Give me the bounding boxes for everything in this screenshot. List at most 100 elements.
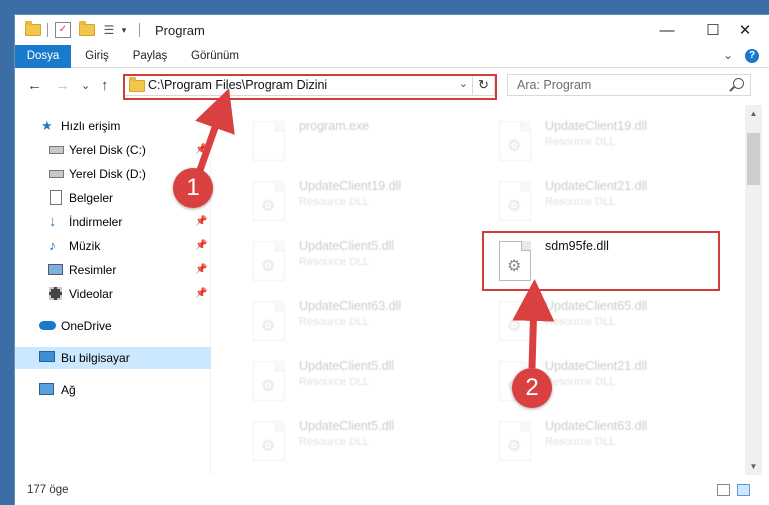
- file-name: UpdateClient5.dll: [299, 239, 395, 253]
- file-name: UpdateClient21.dll: [545, 359, 648, 373]
- scroll-down-icon[interactable]: ▼: [745, 458, 762, 475]
- properties-icon[interactable]: ✓: [55, 22, 71, 38]
- navigation-bar: ← → ⌄ ↑ C:\Program Files\Program Dizini …: [15, 69, 769, 105]
- toolbar-separator: [47, 23, 48, 37]
- file-type: Resource DLL: [545, 136, 616, 148]
- customize-dropdown-icon[interactable]: ▾: [119, 22, 129, 38]
- dll-file-icon: ⚙: [253, 181, 285, 221]
- navigation-pane: ★ Hızlı erişim Yerel Disk (C:) 📌 Yerel D…: [15, 105, 211, 475]
- item-count: 177 öge: [27, 484, 69, 496]
- file-item[interactable]: ⚙ UpdateClient19.dll Resource DLL: [239, 175, 479, 231]
- sidebar-item-music[interactable]: ♪ Müzik 📌: [15, 235, 211, 257]
- dll-file-icon: ⚙: [499, 181, 531, 221]
- sidebar-item-disk-c[interactable]: Yerel Disk (C:) 📌: [15, 139, 211, 161]
- tab-home[interactable]: Giriş: [75, 45, 119, 68]
- pin-icon[interactable]: 📌: [195, 288, 207, 299]
- file-type: Resource DLL: [299, 196, 370, 208]
- file-item[interactable]: ⚙ UpdateClient21.dll Resource DLL: [485, 175, 725, 231]
- pin-icon[interactable]: 📌: [195, 240, 207, 251]
- minimize-button[interactable]: —: [645, 15, 689, 45]
- new-folder-icon[interactable]: [79, 21, 95, 38]
- tab-view[interactable]: Görünüm: [183, 45, 247, 68]
- title-bar: ✓ ☰ ▾ Program — ☐ ✕: [15, 15, 769, 45]
- dll-file-icon: ⚙: [499, 121, 531, 161]
- scroll-up-icon[interactable]: ▲: [745, 105, 762, 122]
- file-name: UpdateClient65.dll: [545, 299, 648, 313]
- help-icon[interactable]: ?: [745, 49, 759, 63]
- dll-file-icon: ⚙: [253, 421, 285, 461]
- sidebar-item-label: Müzik: [69, 239, 101, 253]
- up-button[interactable]: ↑: [101, 77, 109, 94]
- recent-locations-button[interactable]: ⌄: [81, 79, 90, 92]
- file-name: UpdateClient5.dll: [299, 359, 395, 373]
- file-name: UpdateClient19.dll: [545, 119, 648, 133]
- sidebar-item-quick-access[interactable]: ★ Hızlı erişim: [15, 115, 211, 137]
- file-type: Resource DLL: [545, 316, 616, 328]
- folder-icon: [25, 21, 41, 38]
- sidebar-item-pictures[interactable]: Resimler 📌: [15, 259, 211, 281]
- file-type: Resource DLL: [545, 436, 616, 448]
- close-button[interactable]: ✕: [723, 15, 767, 45]
- file-name: program.exe: [299, 119, 370, 133]
- sidebar-item-this-pc[interactable]: Bu bilgisayar: [15, 347, 211, 369]
- sidebar-item-network[interactable]: Ağ: [15, 379, 211, 401]
- sidebar-item-label: Belgeler: [69, 191, 114, 205]
- details-view-icon[interactable]: [717, 484, 730, 496]
- dll-file-icon: ⚙: [253, 241, 285, 281]
- sidebar-item-downloads[interactable]: ↓ İndirmeler 📌: [15, 211, 211, 233]
- computer-icon: [39, 351, 55, 362]
- back-button[interactable]: ←: [27, 77, 42, 94]
- file-type: Resource DLL: [545, 196, 616, 208]
- file-item[interactable]: ⚙ UpdateClient5.dll Resource DLL: [239, 415, 479, 471]
- pin-icon[interactable]: 📌: [195, 216, 207, 227]
- search-icon[interactable]: [733, 78, 744, 89]
- file-item[interactable]: ⚙ UpdateClient19.dll Resource DLL: [485, 115, 725, 171]
- window-title: Program: [155, 23, 205, 38]
- customize-toolbar-icon[interactable]: ☰: [101, 22, 117, 38]
- pin-icon[interactable]: 📌: [195, 264, 207, 275]
- video-icon: [49, 287, 62, 300]
- step-2-badge: 2: [512, 368, 552, 408]
- network-icon: [39, 383, 54, 395]
- drive-icon: [49, 170, 64, 178]
- file-type: Resource DLL: [299, 376, 370, 388]
- file-item[interactable]: ⚙ UpdateClient63.dll Resource DLL: [239, 295, 479, 351]
- file-item[interactable]: ⚙ UpdateClient63.dll Resource DLL: [485, 415, 725, 471]
- file-name: UpdateClient19.dll: [299, 179, 402, 193]
- forward-button[interactable]: →: [55, 77, 70, 94]
- file-type: Resource DLL: [545, 376, 616, 388]
- ribbon-tabs: Dosya Giriş Paylaş Görünüm ⌄ ?: [15, 45, 769, 68]
- large-icons-view-icon[interactable]: [737, 484, 750, 496]
- search-box[interactable]: Ara: Program: [507, 74, 751, 96]
- scroll-thumb[interactable]: [747, 133, 760, 185]
- file-item[interactable]: ⚙ UpdateClient65.dll Resource DLL: [485, 295, 725, 351]
- search-input[interactable]: Ara: Program: [517, 78, 591, 92]
- sidebar-item-label: Hızlı erişim: [61, 119, 121, 133]
- file-item[interactable]: ⚙ UpdateClient5.dll Resource DLL: [239, 235, 479, 291]
- tab-share[interactable]: Paylaş: [125, 45, 175, 68]
- file-item[interactable]: ⚙ UpdateClient5.dll Resource DLL: [239, 355, 479, 411]
- explorer-window: ✓ ☰ ▾ Program — ☐ ✕ Dosya Giriş Paylaş G…: [14, 14, 769, 505]
- file-name: UpdateClient5.dll: [299, 419, 395, 433]
- file-item[interactable]: program.exe: [239, 115, 479, 171]
- music-icon: ♪: [49, 237, 56, 253]
- ribbon-expand-icon[interactable]: ⌄: [723, 48, 733, 62]
- pin-icon[interactable]: 📌: [195, 144, 207, 155]
- download-icon: ↓: [49, 213, 57, 230]
- file-name: UpdateClient63.dll: [545, 419, 648, 433]
- file-highlight-box: [482, 231, 720, 291]
- toolbar-separator: [139, 23, 140, 37]
- cloud-icon: [39, 321, 56, 330]
- status-bar: 177 öge: [15, 477, 769, 505]
- vertical-scrollbar[interactable]: ▲ ▼: [745, 105, 762, 475]
- sidebar-item-onedrive[interactable]: OneDrive: [15, 315, 211, 337]
- file-type: Resource DLL: [299, 316, 370, 328]
- file-type: Resource DLL: [299, 436, 370, 448]
- pictures-icon: [48, 264, 63, 275]
- dll-file-icon: ⚙: [253, 301, 285, 341]
- tab-file[interactable]: Dosya: [15, 45, 71, 68]
- dll-file-icon: ⚙: [253, 361, 285, 401]
- sidebar-item-videos[interactable]: Videolar 📌: [15, 283, 211, 305]
- sidebar-item-label: Yerel Disk (C:): [69, 143, 146, 157]
- sidebar-item-label: Resimler: [69, 263, 117, 277]
